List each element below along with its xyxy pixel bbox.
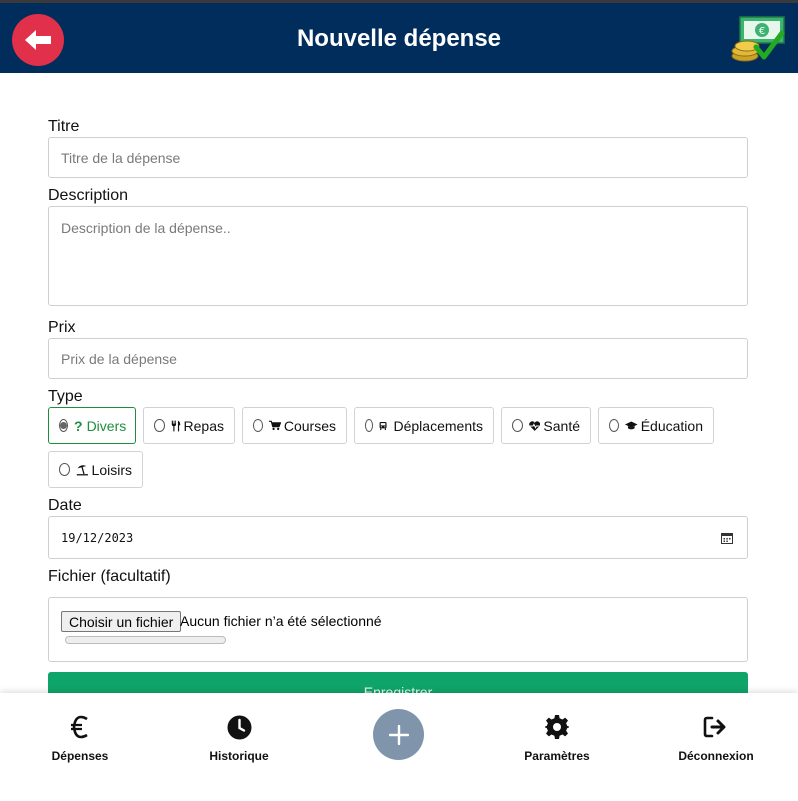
date-value: 19/12/2023 — [61, 530, 134, 545]
title-input[interactable]: Titre de la dépense — [48, 137, 748, 178]
add-expense-button[interactable] — [373, 709, 424, 760]
file-label: Fichier (facultatif) — [48, 568, 171, 585]
svg-text:€: € — [759, 26, 765, 37]
type-option-deplacements[interactable]: Déplacements — [354, 407, 494, 444]
type-option-label: Déplacements — [393, 417, 484, 434]
euro-icon — [71, 715, 88, 739]
type-option-loisirs[interactable]: Loisirs — [48, 451, 143, 488]
type-option-divers[interactable]: ? Divers — [48, 407, 136, 444]
nav-label: Paramètres — [524, 749, 590, 763]
app-header: Nouvelle dépense € — [0, 0, 798, 73]
money-check-logo: € — [731, 16, 785, 62]
radio-button[interactable] — [365, 419, 374, 432]
radio-button[interactable] — [253, 419, 264, 432]
description-input[interactable]: Description de la dépense.. — [48, 206, 748, 306]
nav-item-historique[interactable]: Historique — [179, 713, 299, 763]
heartbeat-icon — [529, 420, 541, 431]
plus-icon — [388, 724, 409, 745]
description-label: Description — [48, 187, 129, 204]
question-icon: ? — [74, 417, 83, 434]
file-status: Aucun fichier n’a été sélectionné — [180, 613, 382, 629]
price-label: Prix — [48, 319, 76, 336]
bus-icon — [379, 421, 387, 430]
graduation-cap-icon — [625, 421, 638, 429]
nav-item-parametres[interactable]: Paramètres — [497, 713, 617, 763]
type-option-education[interactable]: Éducation — [598, 407, 714, 444]
nav-label: Dépenses — [51, 749, 109, 763]
calendar-icon[interactable] — [721, 532, 733, 544]
page-title: Nouvelle dépense — [296, 25, 502, 52]
radio-button[interactable] — [59, 463, 70, 476]
type-option-label: Loisirs — [91, 461, 132, 478]
type-option-label: Repas — [183, 417, 224, 434]
upload-progress-bar — [65, 636, 226, 644]
type-option-courses[interactable]: Courses — [242, 407, 347, 444]
umbrella-beach-icon — [76, 464, 88, 475]
radio-button[interactable] — [59, 419, 68, 432]
type-label: Type — [48, 388, 83, 405]
nav-label: Historique — [209, 749, 269, 763]
gear-icon — [545, 715, 569, 739]
nav-label: Déconnexion — [678, 749, 754, 763]
radio-button[interactable] — [154, 419, 165, 432]
cart-icon — [269, 420, 281, 431]
logout-icon — [703, 716, 726, 738]
clock-icon — [227, 715, 251, 739]
type-option-label: Courses — [283, 417, 336, 434]
type-option-label: Divers — [86, 417, 127, 434]
choose-file-button[interactable]: Choisir un fichier — [61, 611, 182, 632]
type-option-sante[interactable]: Santé — [501, 407, 591, 444]
bottom-nav: Dépenses Historique Paramètres Déconnexi… — [0, 693, 798, 801]
date-label: Date — [48, 497, 82, 514]
utensils-icon — [171, 420, 180, 431]
nav-item-depenses[interactable]: Dépenses — [20, 713, 140, 763]
type-option-label: Santé — [543, 417, 580, 434]
type-option-repas[interactable]: Repas — [143, 407, 235, 444]
nav-item-deconnexion[interactable]: Déconnexion — [656, 713, 776, 763]
title-label: Titre — [48, 118, 80, 135]
radio-button[interactable] — [609, 419, 620, 432]
radio-button[interactable] — [512, 419, 523, 432]
price-input[interactable]: Prix de la dépense — [48, 338, 748, 379]
date-input[interactable]: 19/12/2023 — [48, 516, 748, 559]
file-upload-box: Choisir un fichier Aucun fichier n’a été… — [48, 597, 748, 662]
type-option-label: Éducation — [640, 417, 703, 434]
